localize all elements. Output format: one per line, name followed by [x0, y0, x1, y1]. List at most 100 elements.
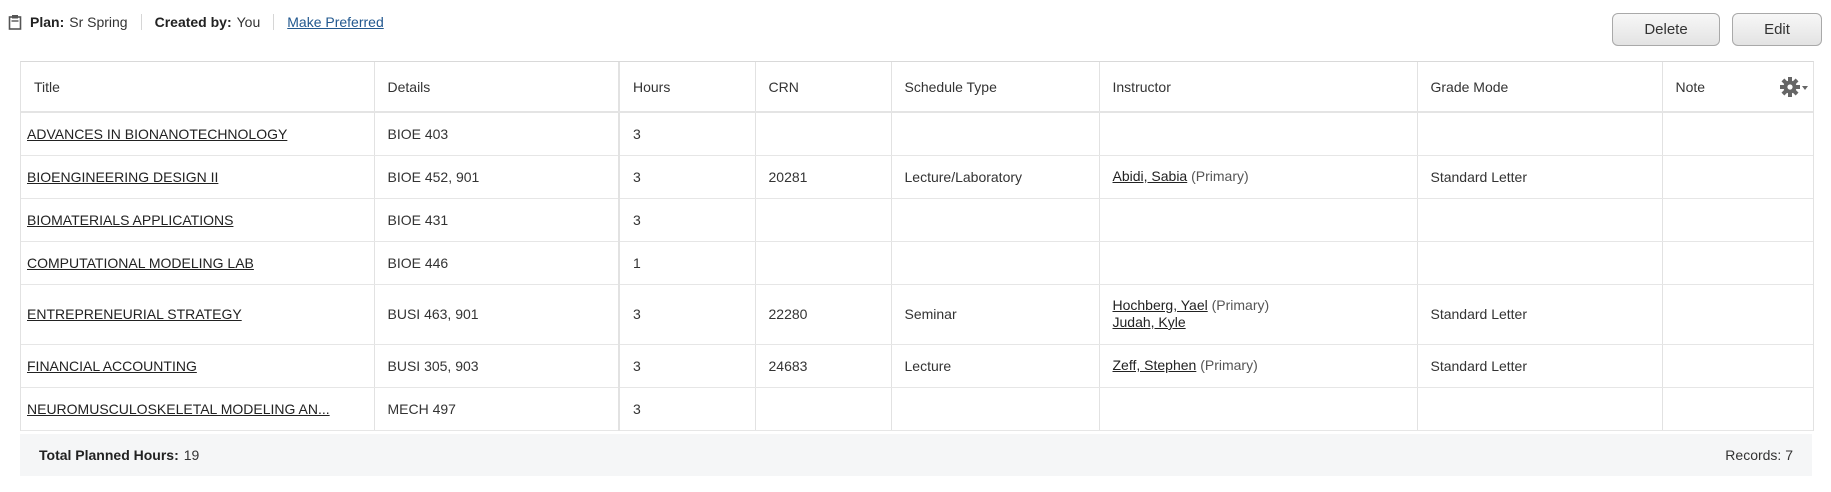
schedule-type-cell [891, 387, 1100, 431]
crn-cell: 22280 [755, 284, 892, 345]
title-cell: ENTREPRENEURIAL STRATEGY [21, 284, 375, 345]
grade-mode-cell [1417, 112, 1663, 156]
column-header-crn[interactable]: CRN [755, 62, 892, 113]
divider [273, 14, 275, 30]
course-table: Title Details Hours CRN Schedule Type In… [20, 61, 1814, 431]
title-cell: BIOMATERIALS APPLICATIONS [21, 198, 375, 242]
instructor-role: (Primary) [1211, 297, 1270, 313]
details-cell: BIOE 403 [374, 112, 620, 156]
plan-label: Plan: [30, 14, 65, 30]
crn-cell [755, 387, 892, 431]
details-cell: BUSI 305, 903 [374, 344, 620, 388]
instructor-cell: Hochberg, Yael (Primary) Judah, Kyle [1099, 284, 1418, 345]
crn-cell [755, 241, 892, 285]
details-cell: MECH 497 [374, 387, 620, 431]
instructor-role: (Primary) [1191, 168, 1249, 184]
total-hours: Total Planned Hours: 19 [39, 447, 199, 463]
instructor-cell [1099, 241, 1418, 285]
schedule-type-cell: Lecture [891, 344, 1100, 388]
course-title-link[interactable]: ENTREPRENEURIAL STRATEGY [27, 306, 242, 322]
instructor-link[interactable]: Zeff, Stephen [1113, 357, 1197, 373]
column-header-details[interactable]: Details [374, 62, 620, 113]
column-header-note[interactable]: Note [1662, 62, 1813, 113]
crn-cell [755, 112, 892, 156]
course-title-link[interactable]: FINANCIAL ACCOUNTING [27, 358, 197, 374]
table-footer: Total Planned Hours: 19 Records: 7 [20, 434, 1812, 476]
instructor-cell [1099, 387, 1418, 431]
crn-cell [755, 198, 892, 242]
note-cell [1662, 284, 1813, 345]
table-row[interactable]: NEUROMUSCULOSKELETAL MODELING AN... MECH… [21, 387, 1813, 431]
column-header-hours[interactable]: Hours [618, 62, 756, 113]
table-row[interactable]: BIOMATERIALS APPLICATIONS BIOE 431 3 [21, 198, 1813, 242]
table-row[interactable]: COMPUTATIONAL MODELING LAB BIOE 446 1 [21, 241, 1813, 285]
course-title-link[interactable]: BIOENGINEERING DESIGN II [27, 169, 218, 185]
details-cell: BIOE 452, 901 [374, 155, 620, 199]
title-cell: FINANCIAL ACCOUNTING [21, 344, 375, 388]
instructor-cell [1099, 112, 1418, 156]
table-row[interactable]: ENTREPRENEURIAL STRATEGY BUSI 463, 901 3… [21, 284, 1813, 345]
details-cell: BIOE 446 [374, 241, 620, 285]
make-preferred-link[interactable]: Make Preferred [287, 14, 383, 30]
hours-cell: 3 [618, 198, 756, 242]
note-cell [1662, 155, 1813, 199]
plan-name: Sr Spring [69, 14, 128, 30]
instructor-cell: Zeff, Stephen (Primary) [1099, 344, 1418, 388]
course-title-link[interactable]: COMPUTATIONAL MODELING LAB [27, 255, 254, 271]
hours-cell: 3 [618, 284, 756, 345]
note-cell [1662, 344, 1813, 388]
crn-cell: 24683 [755, 344, 892, 388]
note-cell [1662, 198, 1813, 242]
records-count: Records: 7 [1725, 447, 1793, 463]
grade-mode-cell: Standard Letter [1417, 155, 1663, 199]
note-cell [1662, 112, 1813, 156]
schedule-type-cell [891, 112, 1100, 156]
course-title-link[interactable]: NEUROMUSCULOSKELETAL MODELING AN... [27, 401, 330, 417]
schedule-type-cell: Lecture/Laboratory [891, 155, 1100, 199]
column-header-instructor[interactable]: Instructor [1099, 62, 1418, 113]
title-cell: NEUROMUSCULOSKELETAL MODELING AN... [21, 387, 375, 431]
schedule-type-cell [891, 241, 1100, 285]
note-cell [1662, 387, 1813, 431]
course-title-link[interactable]: BIOMATERIALS APPLICATIONS [27, 212, 233, 228]
column-header-schedule-type[interactable]: Schedule Type [891, 62, 1100, 113]
total-hours-value: 19 [183, 447, 200, 463]
table-row[interactable]: ADVANCES IN BIONANOTECHNOLOGY BIOE 403 3 [21, 112, 1813, 156]
edit-button[interactable]: Edit [1732, 13, 1822, 46]
total-hours-label: Total Planned Hours: [39, 447, 179, 463]
delete-button[interactable]: Delete [1612, 13, 1720, 46]
grade-mode-cell [1417, 198, 1663, 242]
gear-icon[interactable] [1779, 75, 1809, 99]
table-row[interactable]: BIOENGINEERING DESIGN II BIOE 452, 901 3… [21, 155, 1813, 199]
instructor-link[interactable]: Judah, Kyle [1113, 314, 1186, 330]
course-title-link[interactable]: ADVANCES IN BIONANOTECHNOLOGY [27, 126, 287, 142]
instructor-link[interactable]: Abidi, Sabia [1113, 168, 1188, 184]
grade-mode-cell [1417, 241, 1663, 285]
title-cell: ADVANCES IN BIONANOTECHNOLOGY [21, 112, 375, 156]
divider [140, 14, 142, 30]
instructor-link[interactable]: Hochberg, Yael [1113, 297, 1208, 313]
grade-mode-cell: Standard Letter [1417, 344, 1663, 388]
grade-mode-cell [1417, 387, 1663, 431]
column-header-note-label: Note [1675, 78, 1706, 95]
instructor-cell: Abidi, Sabia (Primary) [1099, 155, 1418, 199]
plan-info-bar: Plan: Sr Spring Created by: You Make Pre… [8, 12, 384, 32]
schedule-type-cell: Seminar [891, 284, 1100, 345]
column-header-grade-mode[interactable]: Grade Mode [1417, 62, 1663, 113]
hours-cell: 3 [618, 112, 756, 156]
hours-cell: 3 [618, 387, 756, 431]
table-row[interactable]: FINANCIAL ACCOUNTING BUSI 305, 903 3 246… [21, 344, 1813, 388]
hours-cell: 3 [618, 344, 756, 388]
details-cell: BUSI 463, 901 [374, 284, 620, 345]
title-cell: BIOENGINEERING DESIGN II [21, 155, 375, 199]
created-by-label: Created by: [154, 14, 232, 30]
table-header-row: Title Details Hours CRN Schedule Type In… [21, 62, 1813, 113]
hours-cell: 3 [618, 155, 756, 199]
grade-mode-cell: Standard Letter [1417, 284, 1663, 345]
note-cell [1662, 241, 1813, 285]
instructor-cell [1099, 198, 1418, 242]
title-cell: COMPUTATIONAL MODELING LAB [21, 241, 375, 285]
column-header-title[interactable]: Title [21, 62, 375, 113]
schedule-type-cell [891, 198, 1100, 242]
instructor-role: (Primary) [1200, 357, 1258, 373]
